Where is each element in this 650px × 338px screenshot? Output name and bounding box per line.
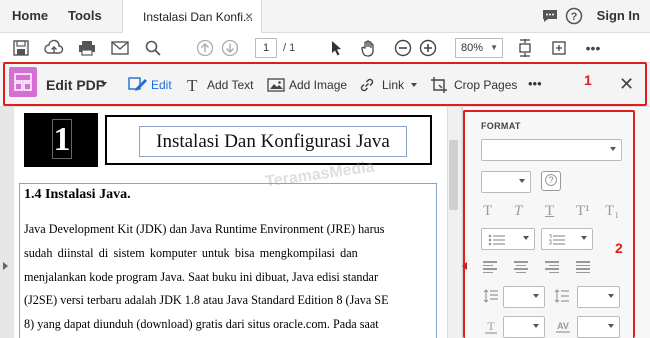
menu-tools[interactable]: Tools: [68, 8, 102, 23]
hand-tool-icon[interactable]: [358, 37, 380, 59]
document-tab[interactable]: Instalasi Dan Konfi... ×: [122, 0, 262, 33]
email-icon[interactable]: [109, 37, 131, 59]
svg-text:?: ?: [571, 11, 578, 23]
page-number-input[interactable]: 1: [255, 38, 277, 58]
zoom-level-select[interactable]: 80% ▼: [455, 38, 503, 58]
paragraph-line[interactable]: menjalankan kode program Java. Saat buku…: [24, 270, 378, 285]
fit-page-icon[interactable]: [514, 37, 536, 59]
section-heading[interactable]: 1.4 Instalasi Java.: [24, 187, 131, 203]
format-panel-scrollbar[interactable]: [636, 107, 650, 338]
page-total: / 1: [283, 42, 296, 54]
menu-home[interactable]: Home: [12, 8, 48, 23]
fullscreen-icon[interactable]: [548, 37, 570, 59]
print-icon[interactable]: [76, 37, 98, 59]
upload-cloud-icon[interactable]: [43, 37, 65, 59]
chapter-number[interactable]: 1: [52, 119, 72, 159]
sign-in-link[interactable]: Sign In: [597, 8, 640, 23]
search-icon[interactable]: [142, 37, 164, 59]
zoom-out-icon[interactable]: [392, 37, 414, 59]
paragraph-line[interactable]: (J2SE) versi terbaru adalah JDK 1.8 atau…: [24, 293, 389, 308]
comment-icon[interactable]: [541, 8, 559, 27]
callout-highlight-2: [463, 110, 635, 338]
paragraph-line[interactable]: Java Development Kit (JDK) dan Java Runt…: [24, 222, 384, 237]
callout-highlight-1: [3, 62, 647, 106]
paragraph-line[interactable]: 8) yang dapat diunduh (download) gratis …: [24, 317, 379, 332]
document-scrollbar-thumb[interactable]: [449, 140, 458, 210]
document-tab-title: Instalasi Dan Konfi...: [143, 10, 254, 24]
more-tools-icon[interactable]: •••: [582, 37, 604, 59]
menu-bar: Home Tools Instalasi Dan Konfi... × ? Si…: [0, 0, 650, 33]
chapter-title[interactable]: Instalasi Dan Konfigurasi Java: [139, 126, 407, 157]
chapter-number-box: 1: [24, 113, 98, 167]
previous-page-icon[interactable]: [194, 37, 216, 59]
help-icon[interactable]: ?: [565, 7, 583, 28]
main-toolbar: 1 / 1 80% ▼ •••: [0, 33, 650, 63]
zoom-in-icon[interactable]: [417, 37, 439, 59]
chevron-down-icon: ▼: [490, 43, 498, 52]
expand-left-panel-icon[interactable]: [3, 262, 8, 270]
zoom-level-value: 80%: [461, 42, 484, 54]
close-tab-icon[interactable]: ×: [245, 8, 253, 24]
paragraph-line[interactable]: sudah diinstal di sistem komputer untuk …: [24, 246, 358, 261]
next-page-icon[interactable]: [219, 37, 241, 59]
select-cursor-icon[interactable]: [325, 37, 347, 59]
save-icon[interactable]: [10, 37, 32, 59]
